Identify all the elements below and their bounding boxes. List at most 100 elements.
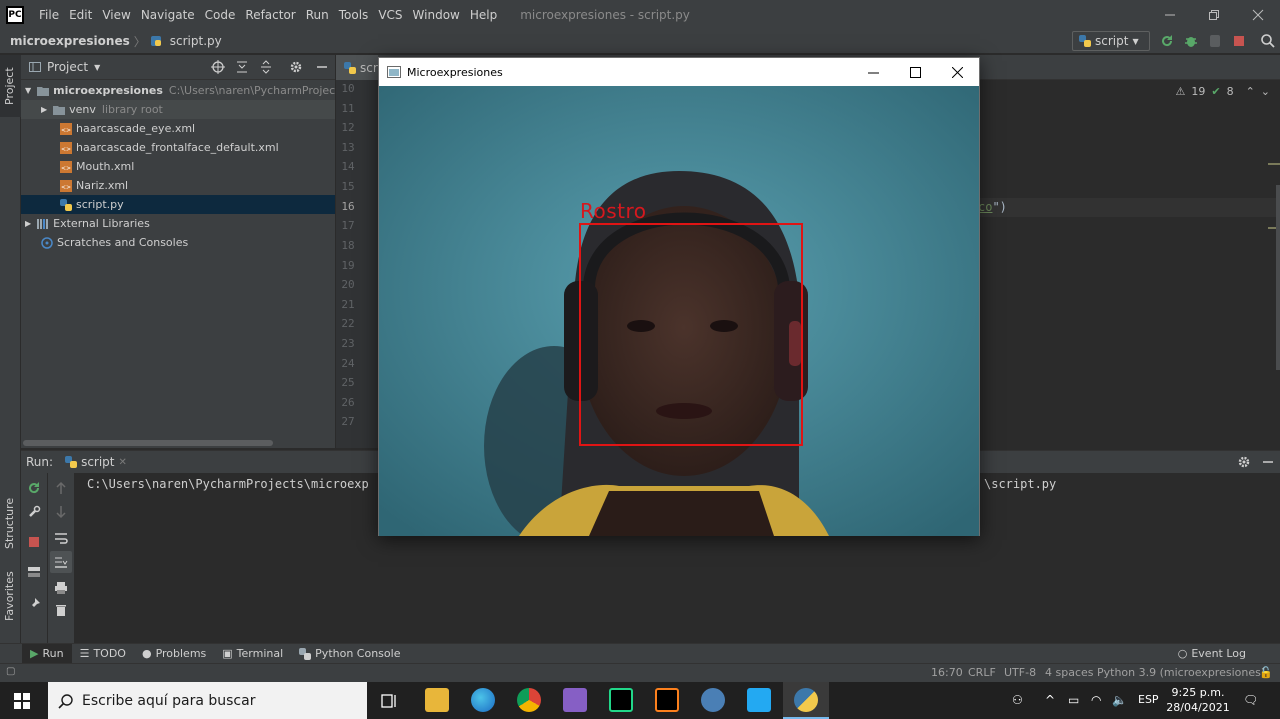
rerun-icon[interactable] [1159,33,1175,49]
run-tab-script[interactable]: script ✕ [65,455,127,469]
horizontal-scrollbar[interactable] [23,440,273,446]
project-tool-tab[interactable]: Project [0,55,21,117]
arrow-down-icon[interactable] [54,505,68,519]
taskbar-search[interactable]: Escribe aquí para buscar [48,682,367,719]
menu-refactor[interactable]: Refactor [240,8,300,22]
error-stripe-marker[interactable] [1268,163,1280,165]
minimize-button[interactable] [1148,0,1192,29]
rerun-icon[interactable] [27,481,41,495]
breadcrumb-file[interactable]: script.py [150,34,222,48]
menu-code[interactable]: Code [200,8,241,22]
windows-start-icon[interactable] [14,693,30,709]
print-icon[interactable] [54,581,68,595]
soft-wrap-icon[interactable] [54,531,68,545]
taskbar-active-app[interactable] [783,682,829,719]
status-interpreter[interactable]: Python 3.9 (microexpresiones) [1097,666,1265,679]
people-icon[interactable]: ⚇ [1012,693,1023,707]
collapse-all-icon[interactable] [259,60,273,74]
restore-button[interactable] [1192,0,1236,29]
battery-icon[interactable]: ▭ [1068,693,1079,707]
opencv-titlebar[interactable]: Microexpresiones [379,58,979,86]
stop-icon[interactable] [27,535,41,549]
breadcrumb-project[interactable]: microexpresiones [10,34,130,48]
tool-tab-python-console[interactable]: Python Console [291,644,408,664]
tree-file-row[interactable]: <> Mouth.xml [21,157,335,176]
hide-panel-icon[interactable] [315,60,329,74]
chevron-down-icon[interactable]: ⌄ [1261,85,1270,98]
menu-tools[interactable]: Tools [334,8,374,22]
arrow-up-icon[interactable] [54,481,68,495]
menu-file[interactable]: File [34,8,64,22]
tool-tab-todo[interactable]: ☰ TODO [72,644,134,664]
tool-tab-terminal[interactable]: ▣ Terminal [214,644,291,664]
search-icon[interactable] [1260,33,1276,49]
structure-tool-tab[interactable]: Structure [0,485,21,565]
trash-icon[interactable] [54,603,68,617]
menu-help[interactable]: Help [465,8,502,22]
menu-run[interactable]: Run [301,8,334,22]
gear-icon[interactable] [289,60,303,74]
tool-tab-event-log[interactable]: ○ Event Log [1170,644,1254,664]
volume-icon[interactable]: 🔈 [1112,693,1127,707]
status-caret-position[interactable]: 16:70 [931,666,963,679]
console-output[interactable]: C:\Users\naren\PycharmProjects\microexp [87,477,369,491]
debug-icon[interactable] [1183,33,1199,49]
menu-view[interactable]: View [97,8,135,22]
lock-icon[interactable]: 🔓 [1259,666,1273,679]
close-button[interactable] [1236,0,1280,29]
chrome-browser-icon[interactable] [517,688,541,712]
file-explorer-icon[interactable] [425,688,449,712]
console-output-tail[interactable]: \script.py [984,477,1056,491]
chevron-up-icon[interactable]: ^ [1045,693,1055,707]
tree-venv-row[interactable]: ▶ venv library root [21,100,335,119]
edge-browser-icon[interactable] [471,688,495,712]
chevron-down-icon[interactable]: ▼ [94,63,100,72]
wifi-icon[interactable]: ◠ [1091,693,1101,707]
jetbrains-taskbar-icon[interactable] [655,688,679,712]
project-panel-title[interactable]: Project [47,60,88,74]
menu-window[interactable]: Window [408,8,465,22]
editor-tab-script[interactable]: scr [336,55,378,80]
chevron-up-icon[interactable]: ⌃ [1246,85,1255,98]
layout-icon[interactable] [27,565,41,579]
opencv-maximize-button[interactable] [893,58,937,86]
tree-file-row-selected[interactable]: script.py [21,195,335,214]
close-tab-icon[interactable]: ✕ [119,457,127,468]
task-view-icon[interactable] [381,692,399,710]
hide-panel-icon[interactable] [1261,455,1275,469]
vertical-scrollbar[interactable] [1276,185,1280,370]
toggle-tool-windows-icon[interactable]: ▢ [6,666,15,677]
gear-icon[interactable] [1237,455,1251,469]
vscode-icon[interactable] [747,688,771,712]
opencv-close-button[interactable] [935,58,979,86]
tool-tab-problems[interactable]: ● Problems [134,644,214,664]
tree-root-row[interactable]: ▼ microexpresiones C:\Users\naren\Pychar… [21,81,335,100]
expand-all-icon[interactable] [235,60,249,74]
tree-file-row[interactable]: <> haarcascade_eye.xml [21,119,335,138]
menu-vcs[interactable]: VCS [373,8,407,22]
scroll-to-end-toggle[interactable] [50,551,72,573]
inspection-widget[interactable]: ⚠ 19 ✔ 8 ⌃ ⌄ [1175,85,1270,98]
status-line-separator[interactable]: CRLF [968,666,996,679]
stop-icon[interactable] [1231,33,1247,49]
pin-icon[interactable] [27,597,41,611]
status-indent[interactable]: 4 spaces [1045,666,1094,679]
wrench-icon[interactable] [27,505,41,519]
visual-studio-icon[interactable] [563,688,587,712]
menu-edit[interactable]: Edit [64,8,97,22]
opencv-minimize-button[interactable] [851,58,895,86]
tree-external-row[interactable]: ▶ External Libraries [21,214,335,233]
status-encoding[interactable]: UTF-8 [1004,666,1036,679]
clock[interactable]: 9:25 p.m. 28/04/2021 [1166,685,1230,715]
pycharm-taskbar-icon[interactable] [609,688,633,712]
run-config-selector[interactable]: script ▼ [1072,31,1150,51]
language-indicator[interactable]: ESP [1138,693,1159,706]
coverage-icon[interactable] [1207,33,1223,49]
app-taskbar-icon[interactable] [701,688,725,712]
locate-icon[interactable] [211,60,225,74]
notifications-icon[interactable]: 🗨 [1243,693,1258,707]
tree-file-row[interactable]: <> Nariz.xml [21,176,335,195]
tree-file-row[interactable]: <> haarcascade_frontalface_default.xml [21,138,335,157]
code-fragment[interactable]: co") [978,200,1007,214]
favorites-tool-tab[interactable]: Favorites [0,567,21,631]
